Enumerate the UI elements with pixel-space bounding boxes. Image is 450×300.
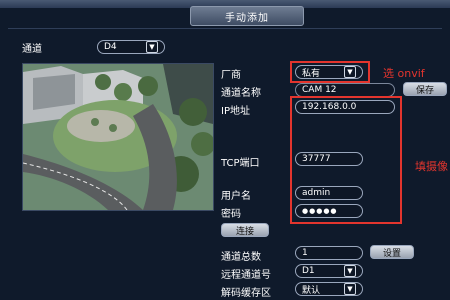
channel-select-value: D4: [104, 42, 117, 52]
annotation-fill-hint: 填摄像: [415, 160, 448, 173]
password-value: ●●●●●: [302, 207, 338, 215]
channel-select[interactable]: D4 ▼: [97, 40, 165, 54]
save-button[interactable]: 保存: [403, 82, 447, 96]
tcp-port-value: 37777: [302, 154, 331, 164]
vendor-annotation-box: [290, 61, 370, 83]
remote-channel-label: 远程通道号: [221, 270, 271, 281]
channel-name-value: CAM 12: [302, 85, 337, 95]
channel-label: 通道: [22, 44, 42, 55]
password-label: 密码: [221, 209, 241, 220]
connect-button[interactable]: 连接: [221, 223, 269, 237]
tcp-port-input[interactable]: 37777: [295, 152, 363, 166]
camera-preview-image: [23, 64, 213, 210]
total-channels-input[interactable]: 1: [295, 246, 363, 260]
username-input[interactable]: admin: [295, 186, 363, 200]
vendor-label: 厂商: [221, 70, 241, 81]
decode-buffer-select[interactable]: 默认 ▼: [295, 282, 363, 296]
annotation-select-onvif: 选 onvif: [383, 67, 425, 80]
password-input[interactable]: ●●●●●: [295, 204, 363, 218]
decode-buffer-label: 解码缓存区: [221, 288, 271, 299]
decode-buffer-value: 默认: [302, 285, 321, 296]
camera-preview: [22, 63, 214, 211]
chevron-down-icon: ▼: [146, 41, 158, 53]
title-divider: [8, 28, 442, 29]
channel-name-input[interactable]: CAM 12: [295, 83, 395, 97]
tcp-port-label: TCP端口: [221, 158, 260, 169]
username-label: 用户名: [221, 191, 251, 202]
remote-channel-value: D1: [302, 266, 315, 276]
remote-channel-select[interactable]: D1 ▼: [295, 264, 363, 278]
total-channels-value: 1: [302, 248, 308, 258]
chevron-down-icon: ▼: [344, 265, 356, 277]
username-value: admin: [302, 188, 331, 198]
ip-label: IP地址: [221, 106, 250, 117]
total-channels-label: 通道总数: [221, 252, 261, 263]
settings-button[interactable]: 设置: [370, 245, 414, 259]
channel-name-label: 通道名称: [221, 88, 261, 99]
chevron-down-icon: ▼: [344, 283, 356, 295]
dialog-title: 手动添加: [190, 6, 304, 26]
